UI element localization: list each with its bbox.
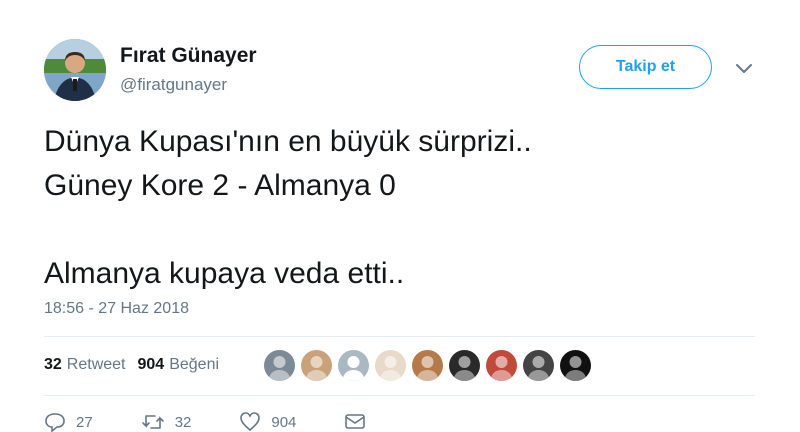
divider [44,395,755,396]
avatar-image [412,350,443,381]
like-stat[interactable]: 904 Beğeni [138,356,220,374]
retweet-icon [141,415,164,429]
like-stat-count: 904 [137,356,165,373]
tweet-stats: 32 Retweet 904 Beğeni [44,356,219,374]
direct-message-button[interactable] [344,412,366,432]
avatar-image [264,350,295,381]
tweet-timestamp[interactable]: 18:56 - 27 Haz 2018 [44,300,189,318]
like-count: 904 [271,413,297,431]
avatar-image [301,350,332,381]
avatar-image [486,350,517,381]
reply-icon [45,413,65,432]
liker-avatar[interactable] [412,350,443,381]
avatar-image [560,350,591,381]
tweet-actions: 27 32 904 [44,412,366,432]
chevron-down-icon[interactable] [735,62,753,74]
retweet-button[interactable]: 32 [141,412,192,432]
reply-button[interactable]: 27 [44,412,93,432]
like-stat-label: Beğeni [169,356,220,373]
avatar-image [449,350,480,381]
retweet-stat-label: Retweet [66,356,126,373]
liker-avatar[interactable] [301,350,332,381]
like-button[interactable]: 904 [239,412,296,432]
heart-icon [240,412,261,432]
follow-button[interactable]: Takip et [579,45,712,89]
liker-avatar[interactable] [449,350,480,381]
retweet-count: 32 [174,413,192,431]
author-name[interactable]: Fırat Günayer [120,44,257,68]
avatar-image [523,350,554,381]
envelope-icon [345,414,366,429]
author-handle[interactable]: @firatgunayer [120,75,227,95]
author-avatar[interactable] [44,39,106,101]
liker-avatar[interactable] [338,350,369,381]
liker-avatar[interactable] [264,350,295,381]
retweet-stat[interactable]: 32 Retweet [44,356,126,374]
liker-avatar[interactable] [486,350,517,381]
avatar-image [338,350,369,381]
retweet-stat-count: 32 [44,356,62,373]
avatar-image [375,350,406,381]
liker-avatar[interactable] [375,350,406,381]
liker-avatar[interactable] [560,350,591,381]
reply-count: 27 [76,413,93,431]
tweet-text: Dünya Kupası'nın en büyük sürprizi.. Gün… [44,125,532,290]
divider [44,336,755,337]
liker-avatars [264,350,591,381]
liker-avatar[interactable] [523,350,554,381]
author-photo [44,39,106,101]
